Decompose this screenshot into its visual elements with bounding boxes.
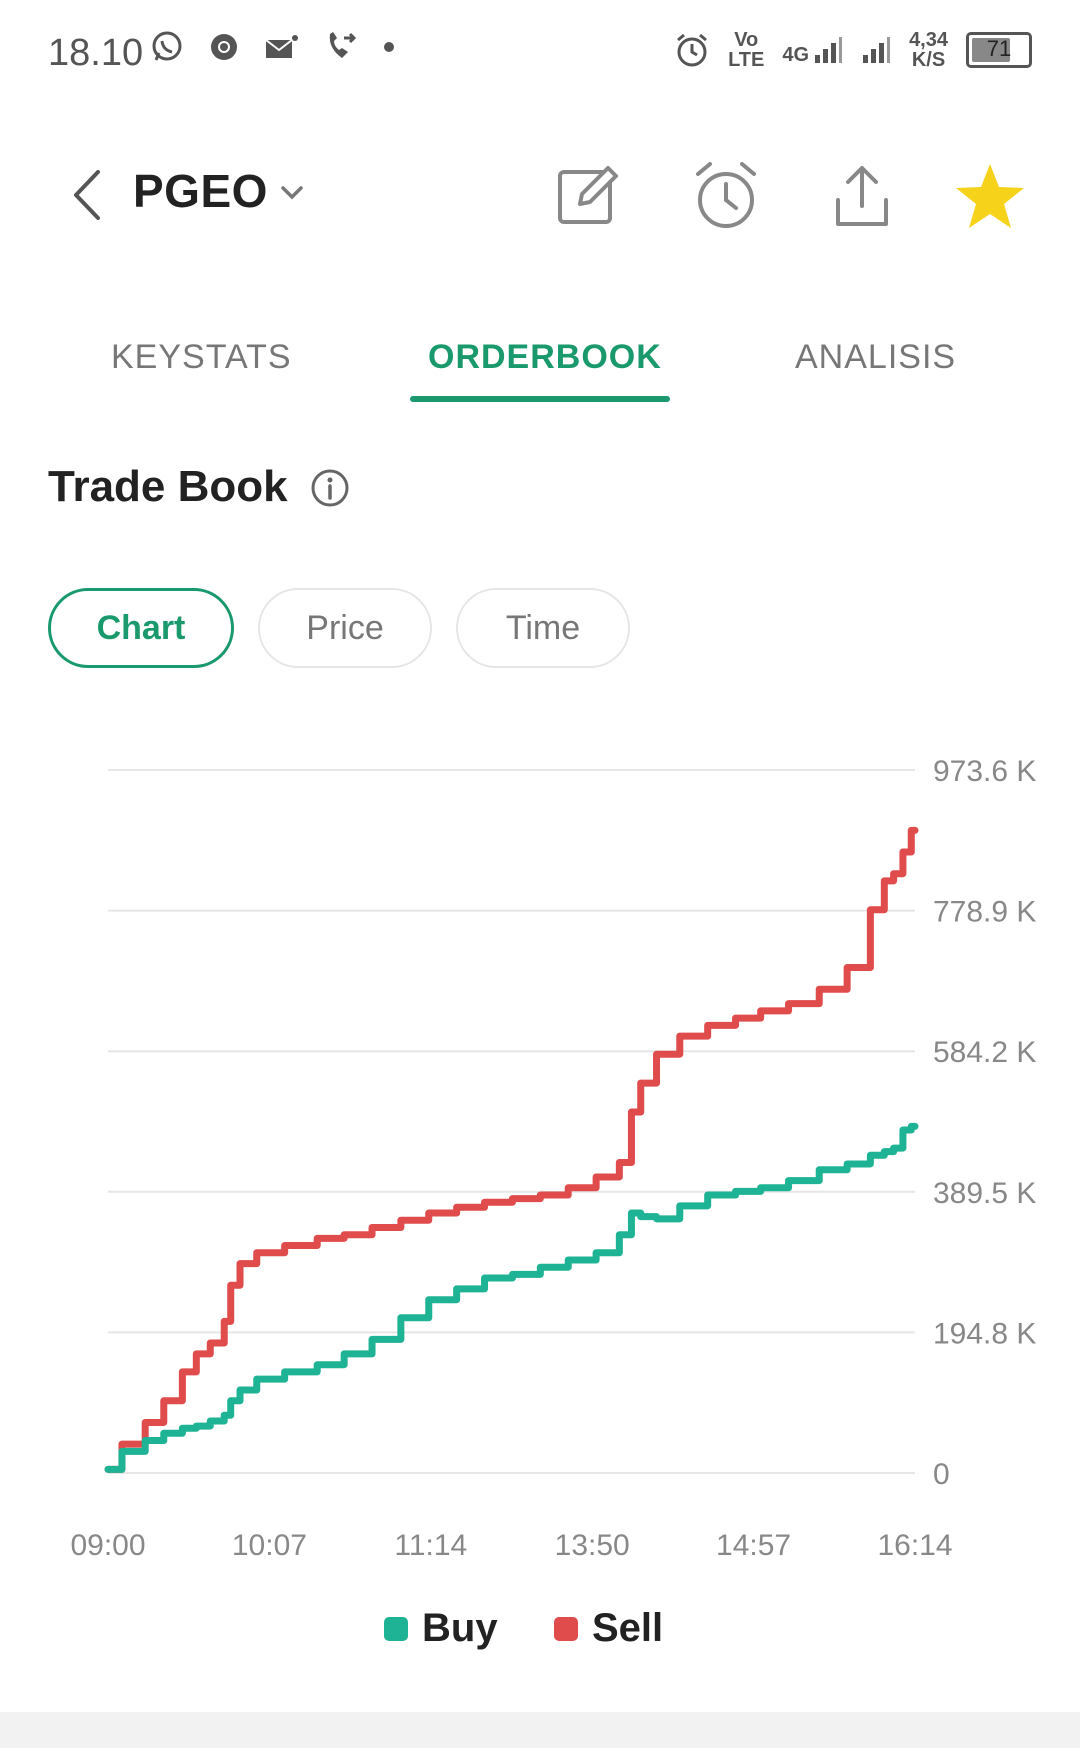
- x-tick-label: 16:14: [877, 1529, 952, 1562]
- chart-svg: 0 194.8 K 389.5 K 584.2 K 778.9 K 973.6 K 09:0…: [70, 755, 1036, 1562]
- legend-swatch-buy: [384, 1616, 408, 1641]
- section-title: Trade Book: [48, 462, 288, 511]
- volte-indicator: Vo LTE: [728, 29, 765, 71]
- chevron-down-icon[interactable]: [277, 178, 307, 208]
- star-icon[interactable]: [954, 160, 1026, 232]
- x-tick-label: 14:57: [716, 1529, 791, 1562]
- ticker-symbol[interactable]: PGEO: [133, 164, 268, 218]
- top-app-bar: PGEO: [0, 140, 1080, 250]
- chart-toggle-button[interactable]: Chart: [48, 588, 234, 668]
- status-right-icons: Vo LTE 4G 4,34 K/S 71: [674, 30, 1032, 70]
- trade-book-chart: 0 194.8 K 389.5 K 584.2 K 778.9 K 973.6 K 09:0…: [0, 740, 1080, 1660]
- chart-legend: Buy Sell: [0, 1606, 1080, 1666]
- x-tick-label: 09:00: [70, 1529, 145, 1562]
- battery-label: 71: [986, 36, 1012, 61]
- dot-icon: [384, 42, 394, 52]
- bottom-bar: [0, 1712, 1080, 1748]
- call-forward-icon: [329, 32, 357, 58]
- status-left-icons: [150, 30, 396, 64]
- y-tick-label: 194.8 K: [933, 1317, 1036, 1350]
- net-speed: 4,34 K/S: [909, 29, 948, 71]
- tab-analisis[interactable]: ANALISIS: [795, 338, 956, 377]
- battery-icon: 71: [966, 32, 1032, 68]
- whatsapp-icon: [152, 31, 182, 61]
- legend-item-buy: Buy: [384, 1606, 498, 1651]
- status-bar: 18.10 Vo LTE 4G 4,34 K/S 71: [0, 0, 1080, 110]
- share-icon[interactable]: [826, 160, 898, 232]
- chrome-icon: [211, 34, 237, 60]
- y-tick-label: 584.2 K: [933, 1036, 1036, 1069]
- tab-bar: KEYSTATS ORDERBOOK ANALISIS: [0, 320, 1080, 410]
- mail-icon: [265, 35, 298, 58]
- tab-keystats[interactable]: KEYSTATS: [111, 338, 292, 377]
- price-toggle-button[interactable]: Price: [258, 588, 432, 668]
- alarm-status-icon: [677, 33, 708, 67]
- x-tick-label: 10:07: [232, 1529, 307, 1562]
- series-line-sell: [104, 826, 919, 1473]
- time-toggle-button[interactable]: Time: [456, 588, 630, 668]
- edit-icon[interactable]: [552, 160, 624, 232]
- y-tick-label: 0: [933, 1458, 950, 1491]
- legend-label-buy: Buy: [422, 1606, 498, 1650]
- active-tab-indicator: [410, 396, 670, 402]
- signal-bars-icon-2: [863, 37, 891, 63]
- x-tick-label: 13:50: [555, 1529, 630, 1562]
- legend-swatch-sell: [554, 1616, 578, 1641]
- x-tick-label: 11:14: [394, 1529, 467, 1562]
- info-icon[interactable]: [310, 468, 350, 508]
- signal-4g: 4G: [782, 35, 843, 65]
- y-tick-label: 389.5 K: [933, 1177, 1036, 1210]
- status-time: 18.10: [48, 32, 144, 74]
- y-tick-label: 973.6 K: [933, 755, 1036, 788]
- y-tick-label: 778.9 K: [933, 896, 1036, 929]
- legend-label-sell: Sell: [592, 1606, 664, 1650]
- legend-item-sell: Sell: [554, 1606, 663, 1651]
- back-icon[interactable]: [62, 160, 112, 230]
- signal-bars-icon: [815, 37, 843, 63]
- alarm-icon[interactable]: [690, 160, 762, 232]
- tab-orderbook[interactable]: ORDERBOOK: [428, 338, 662, 377]
